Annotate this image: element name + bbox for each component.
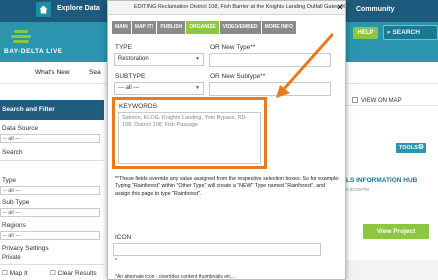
annotation-arrow-icon xyxy=(276,33,334,98)
